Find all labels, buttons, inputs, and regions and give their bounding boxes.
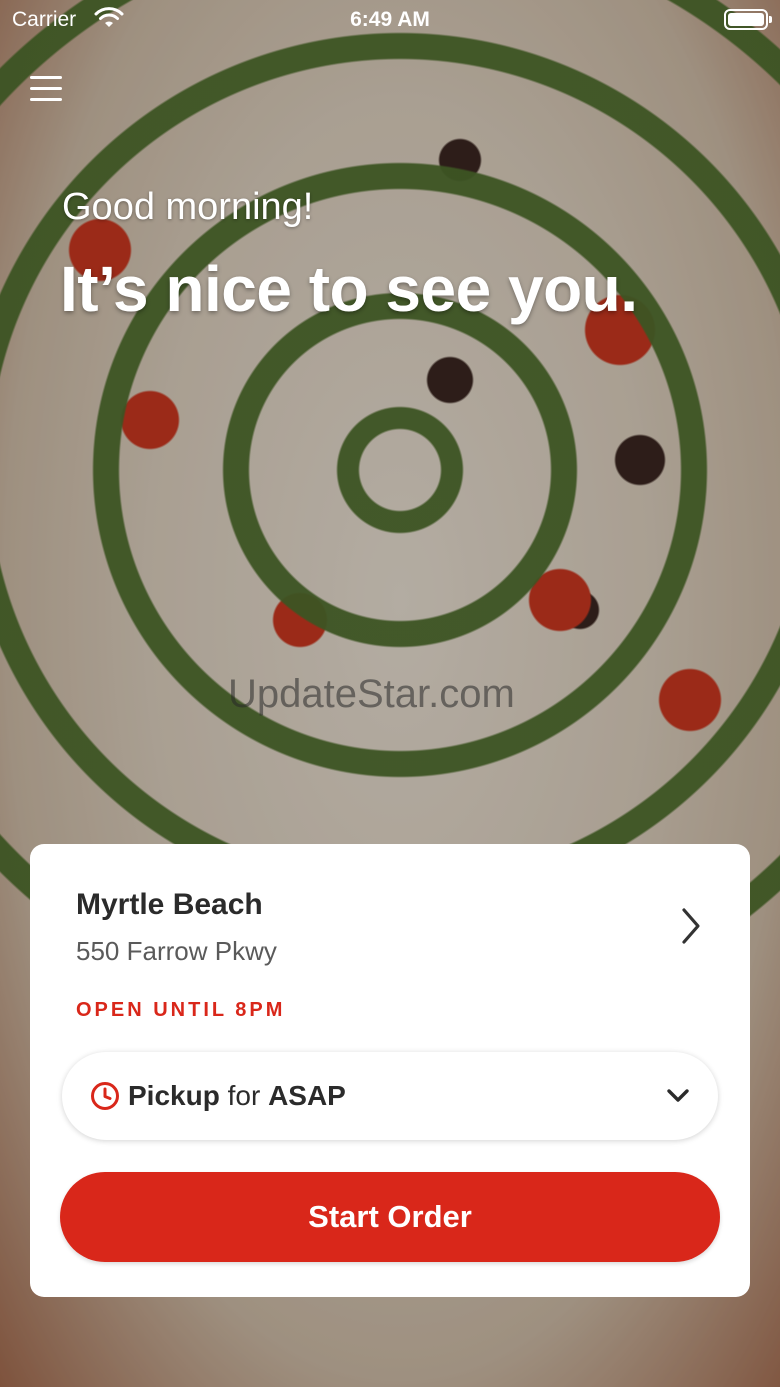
status-bar: Carrier 6:49 AM	[0, 0, 780, 40]
headline-text: It’s nice to see you.	[60, 253, 638, 325]
store-address: 550 Farrow Pkwy	[76, 936, 277, 966]
chevron-down-icon	[667, 1089, 689, 1102]
chevron-right-icon	[682, 908, 700, 944]
battery-icon	[724, 9, 772, 30]
greeting-text: Good morning!	[62, 186, 314, 228]
store-name: Myrtle Beach	[76, 888, 263, 921]
start-order-button[interactable]: Start Order	[60, 1172, 720, 1262]
open-hours-status: OPEN UNTIL 8PM	[76, 999, 286, 1021]
watermark-text: UpdateStar.com	[228, 672, 515, 716]
store-card: Myrtle Beach 550 Farrow Pkwy OPEN UNTIL …	[30, 844, 750, 1297]
order-mode-dropdown[interactable]: Pickup for ASAP	[62, 1052, 718, 1140]
order-mode-connector: for	[227, 1080, 261, 1111]
order-time-value: ASAP	[268, 1080, 346, 1111]
clock-icon	[91, 1082, 119, 1110]
store-selector-row[interactable]: Myrtle Beach 550 Farrow Pkwy	[30, 844, 750, 974]
status-time: 6:49 AM	[350, 8, 430, 31]
hamburger-menu-icon[interactable]	[30, 74, 62, 104]
order-mode-label: Pickup for ASAP	[128, 1080, 346, 1112]
order-mode-value: Pickup	[128, 1080, 220, 1111]
